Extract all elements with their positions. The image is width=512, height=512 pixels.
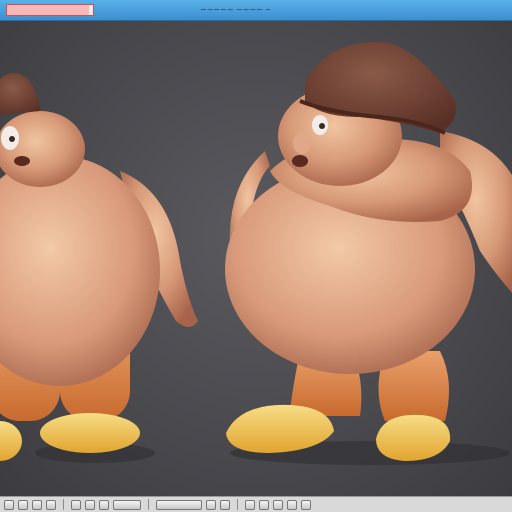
3d-viewport[interactable] bbox=[0, 21, 512, 496]
material-icon[interactable] bbox=[113, 499, 141, 510]
mesh-icon[interactable] bbox=[99, 499, 109, 510]
window-title: ~~~~~ ~~~~ ~~~~~ bbox=[200, 5, 270, 14]
toolbar-divider bbox=[237, 499, 238, 510]
light-icon[interactable] bbox=[85, 499, 95, 510]
window-titlebar: ~~~~~ ~~~~ ~~~~~ bbox=[0, 0, 512, 21]
scale-tool-icon[interactable] bbox=[46, 499, 56, 510]
character-left bbox=[0, 73, 198, 461]
character-render bbox=[0, 42, 512, 465]
view-icon[interactable] bbox=[273, 499, 283, 510]
snap-icon[interactable] bbox=[220, 499, 230, 510]
grid-icon[interactable] bbox=[206, 499, 216, 510]
bottom-toolbar bbox=[0, 496, 512, 512]
rotate-tool-icon[interactable] bbox=[32, 499, 42, 510]
frame-icon[interactable] bbox=[301, 499, 311, 510]
character-right bbox=[225, 42, 512, 461]
render-icon[interactable] bbox=[156, 499, 202, 510]
settings-icon[interactable] bbox=[259, 499, 269, 510]
tab-progress-fill bbox=[7, 5, 89, 15]
zoom-icon[interactable] bbox=[287, 499, 297, 510]
camera-icon[interactable] bbox=[71, 499, 81, 510]
select-tool-icon[interactable] bbox=[4, 499, 14, 510]
toolbar-divider bbox=[148, 499, 149, 510]
layer-icon[interactable] bbox=[245, 499, 255, 510]
move-tool-icon[interactable] bbox=[18, 499, 28, 510]
toolbar-divider bbox=[63, 499, 64, 510]
document-tab[interactable] bbox=[6, 4, 94, 16]
